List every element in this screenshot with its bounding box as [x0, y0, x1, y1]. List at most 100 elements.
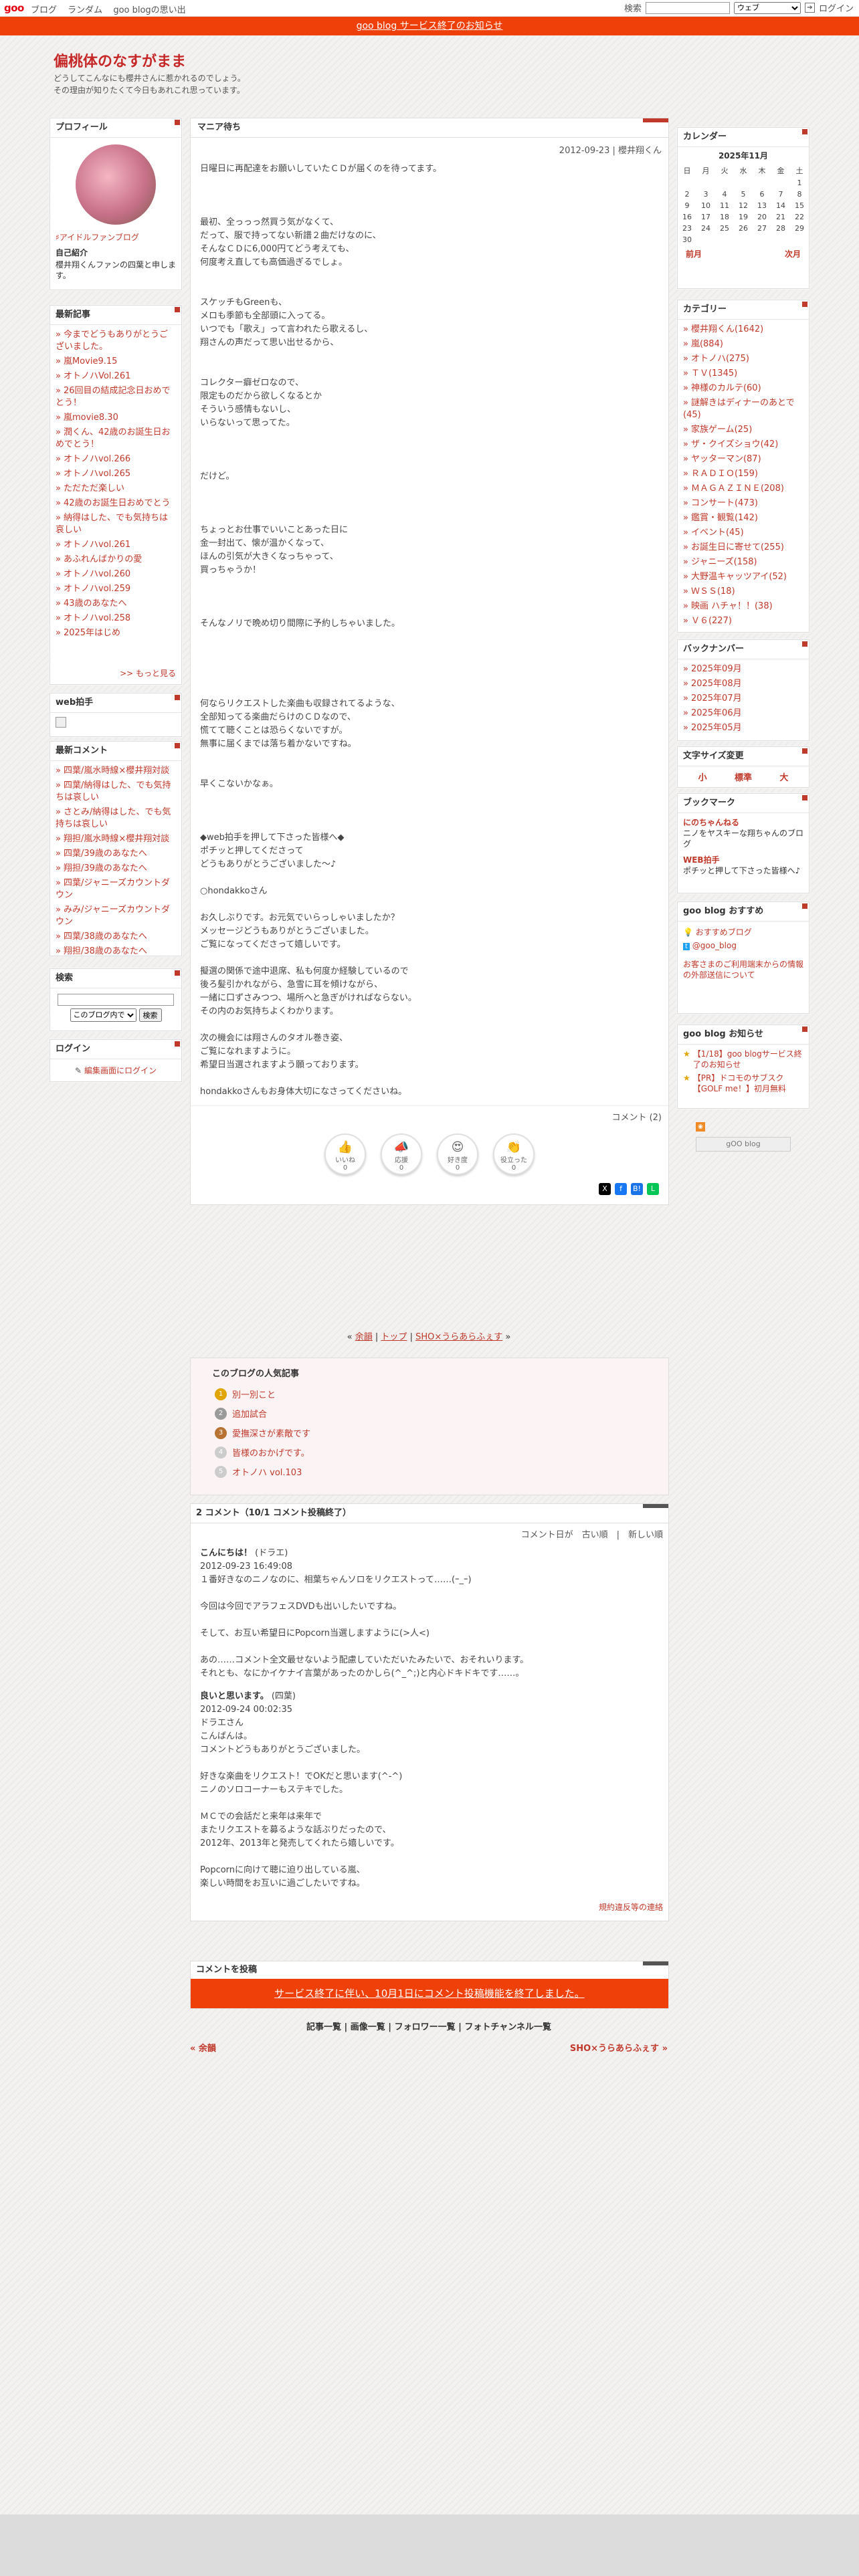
calendar-day[interactable]: 15 — [790, 200, 809, 211]
pager-next[interactable]: SHO×うらあらふぇす — [415, 1332, 502, 1342]
recent-comment-item-link[interactable]: さとみ/納得はした、でも気持ちは哀しい — [56, 807, 171, 829]
calendar-day[interactable]: 10 — [696, 200, 715, 211]
calendar-day[interactable]: 28 — [771, 223, 790, 234]
blog-title[interactable]: 偏桃体のなすがまま — [54, 49, 186, 71]
recent-post-item-link[interactable]: 嵐Movie9.15 — [64, 356, 117, 366]
recent-post-item-link[interactable]: オトノハvol.259 — [64, 584, 130, 594]
recent-comment-item-link[interactable]: 四葉/38歳のあなたへ — [64, 932, 147, 942]
topbar-login-link[interactable]: ログイン — [819, 1, 854, 14]
category-item-link[interactable]: Ｖ６(227) — [691, 616, 732, 626]
recent-post-item-link[interactable]: 2025年はじめ — [64, 628, 120, 638]
rss-icon[interactable]: ◉ — [696, 1122, 705, 1132]
comment-ended-link[interactable]: サービス終了に伴い、10月1日にコメント投稿機能を終了しました。 — [274, 1988, 585, 2000]
pager-prev[interactable]: 余韻 — [355, 1332, 373, 1342]
comment-sort[interactable]: コメント日が 古い順 | 新しい順 — [191, 1523, 668, 1544]
category-item-link[interactable]: 櫻井翔くん(1642) — [691, 324, 763, 334]
bookmark-title[interactable]: にのちゃんねる — [683, 817, 803, 828]
webclap-image-icon[interactable] — [56, 717, 66, 728]
recent-post-item-link[interactable]: オトノハVol.261 — [64, 371, 130, 381]
category-item-link[interactable]: オトノハ(275) — [691, 354, 749, 364]
calendar-day[interactable]: 21 — [771, 211, 790, 223]
recent-post-item-link[interactable]: 43歳のあなたへ — [64, 599, 127, 609]
more-posts-link[interactable]: >> もっと見る — [120, 667, 176, 679]
calendar-day[interactable]: 12 — [734, 200, 753, 211]
backnumber-item-link[interactable]: 2025年09月 — [691, 664, 742, 674]
nav-blog[interactable]: ブログ — [31, 5, 57, 15]
category-item-link[interactable]: ＲＡＤＩＯ(159) — [691, 469, 758, 479]
recent-post-item-link[interactable]: オトノハvol.260 — [64, 569, 130, 579]
calendar-day[interactable]: 4 — [715, 189, 734, 200]
font-standard-button[interactable]: 標準 — [735, 770, 752, 783]
recent-post-item-link[interactable]: 納得はした、でも気持ちは哀しい — [56, 513, 168, 535]
reaction-like[interactable]: 👍 いいね 0 — [324, 1134, 366, 1175]
category-item-link[interactable]: ザ・クイズショウ(42) — [691, 439, 778, 449]
category-item-link[interactable]: ジャニーズ(158) — [691, 557, 757, 567]
category-item-link[interactable]: ＭＡＧＡＺＩＮＥ(208) — [691, 484, 784, 494]
post-comment-link[interactable]: コメント (2) — [191, 1105, 668, 1127]
recent-post-item-link[interactable]: ただただ楽しい — [64, 484, 124, 494]
calendar-day[interactable]: 5 — [734, 189, 753, 200]
category-item-link[interactable]: コンサート(473) — [691, 498, 758, 508]
nav-random[interactable]: ランダム — [68, 5, 102, 15]
category-item-link[interactable]: イベント(45) — [691, 528, 744, 538]
blog-category-badge[interactable]: ♯アイドルファンブログ — [50, 230, 181, 244]
calendar-prev[interactable]: 前月 — [686, 248, 702, 259]
footer-prev-link[interactable]: « 余韻 — [190, 2041, 216, 2054]
calendar-day[interactable]: 25 — [715, 223, 734, 234]
calendar-day[interactable]: 6 — [753, 189, 771, 200]
recent-post-item-link[interactable]: 42歳のお誕生日おめでとう — [64, 498, 171, 508]
login-icon[interactable]: ➔ — [804, 3, 815, 13]
reaction-love[interactable]: 😍 好き度 0 — [437, 1134, 478, 1175]
calendar-day[interactable]: 18 — [715, 211, 734, 223]
blog-search-button[interactable]: 検索 — [138, 1008, 162, 1022]
recent-comment-item-link[interactable]: 四葉/39歳のあなたへ — [64, 849, 147, 859]
category-item-link[interactable]: ヤッターマン(87) — [691, 454, 761, 464]
category-item-link[interactable]: 謎解きはディナーのあとで(45) — [683, 398, 795, 420]
recommend-blog-link[interactable]: おすすめブログ — [696, 928, 752, 937]
category-item-link[interactable]: 大野温キャッツアイ(52) — [691, 572, 787, 582]
calendar-day[interactable]: 30 — [678, 234, 696, 245]
recent-post-item-link[interactable]: 26回目の結成記念日おめでとう！ — [56, 386, 171, 408]
font-small-button[interactable]: 小 — [698, 770, 707, 783]
font-large-button[interactable]: 大 — [779, 770, 788, 783]
recent-post-item-link[interactable]: オトノハvol.265 — [64, 469, 130, 479]
category-item-link[interactable]: お誕生日に寄せて(255) — [691, 542, 784, 552]
category-item-link[interactable]: 映画 ハチャ！！(38) — [691, 601, 773, 611]
category-item-link[interactable]: 嵐(884) — [691, 339, 723, 349]
calendar-day[interactable]: 3 — [696, 189, 715, 200]
calendar-day[interactable]: 23 — [678, 223, 696, 234]
calendar-day[interactable]: 11 — [715, 200, 734, 211]
recent-comment-item-link[interactable]: 翔担/38歳のあなたへ — [64, 946, 147, 956]
calendar-day[interactable]: 9 — [678, 200, 696, 211]
calendar-day[interactable]: 22 — [790, 211, 809, 223]
calendar-day[interactable]: 8 — [790, 189, 809, 200]
category-item-link[interactable]: 神様のカルテ(60) — [691, 383, 761, 393]
calendar-day[interactable]: 24 — [696, 223, 715, 234]
calendar-day[interactable]: 20 — [753, 211, 771, 223]
post-title[interactable]: マニア待ち — [191, 118, 668, 138]
topbar-scope-select[interactable]: ウェブ — [733, 1, 801, 14]
recent-comment-item-link[interactable]: 四葉/嵐水時線×櫻井翔対談 — [64, 766, 169, 776]
goo-blog-footer-logo[interactable]: gOO blog — [696, 1137, 791, 1152]
recent-post-item-link[interactable]: 嵐movie8.30 — [64, 413, 118, 423]
calendar-next[interactable]: 次月 — [785, 248, 801, 259]
recent-post-item-link[interactable]: あふれんばかりの愛 — [64, 554, 142, 564]
category-item-link[interactable]: 鑑賞・観覧(142) — [691, 513, 758, 523]
pager-top[interactable]: トップ — [381, 1332, 407, 1342]
line-share-icon[interactable]: L — [647, 1183, 659, 1195]
goo-twitter-link[interactable]: @goo_blog — [692, 941, 737, 950]
recent-comment-item-link[interactable]: 四葉/納得はした、でも気持ちは哀しい — [56, 780, 171, 802]
blog-search-scope[interactable]: このブログ内で — [70, 1008, 136, 1022]
hatena-share-icon[interactable]: B! — [631, 1183, 643, 1195]
notice-link[interactable]: 【1/18】goo blogサービス終了のお知らせ — [693, 1049, 803, 1070]
recent-post-item-link[interactable]: 潤くん、42歳のお誕生日おめでとう！ — [56, 427, 171, 449]
external-transmission-link[interactable]: お客さまのご利用端末からの情報の外部送信について — [683, 960, 803, 980]
calendar-day[interactable]: 7 — [771, 189, 790, 200]
calendar-day[interactable]: 27 — [753, 223, 771, 234]
recent-post-item-link[interactable]: オトノハvol.261 — [64, 540, 130, 550]
topbar-search-input[interactable] — [645, 1, 730, 14]
calendar-day[interactable]: 1 — [790, 177, 809, 189]
facebook-share-icon[interactable]: f — [615, 1183, 627, 1195]
service-end-link[interactable]: goo blog サービス終了のお知らせ — [357, 21, 503, 31]
recent-comment-item-link[interactable]: 四葉/ジャニーズカウントダウン — [56, 878, 170, 900]
